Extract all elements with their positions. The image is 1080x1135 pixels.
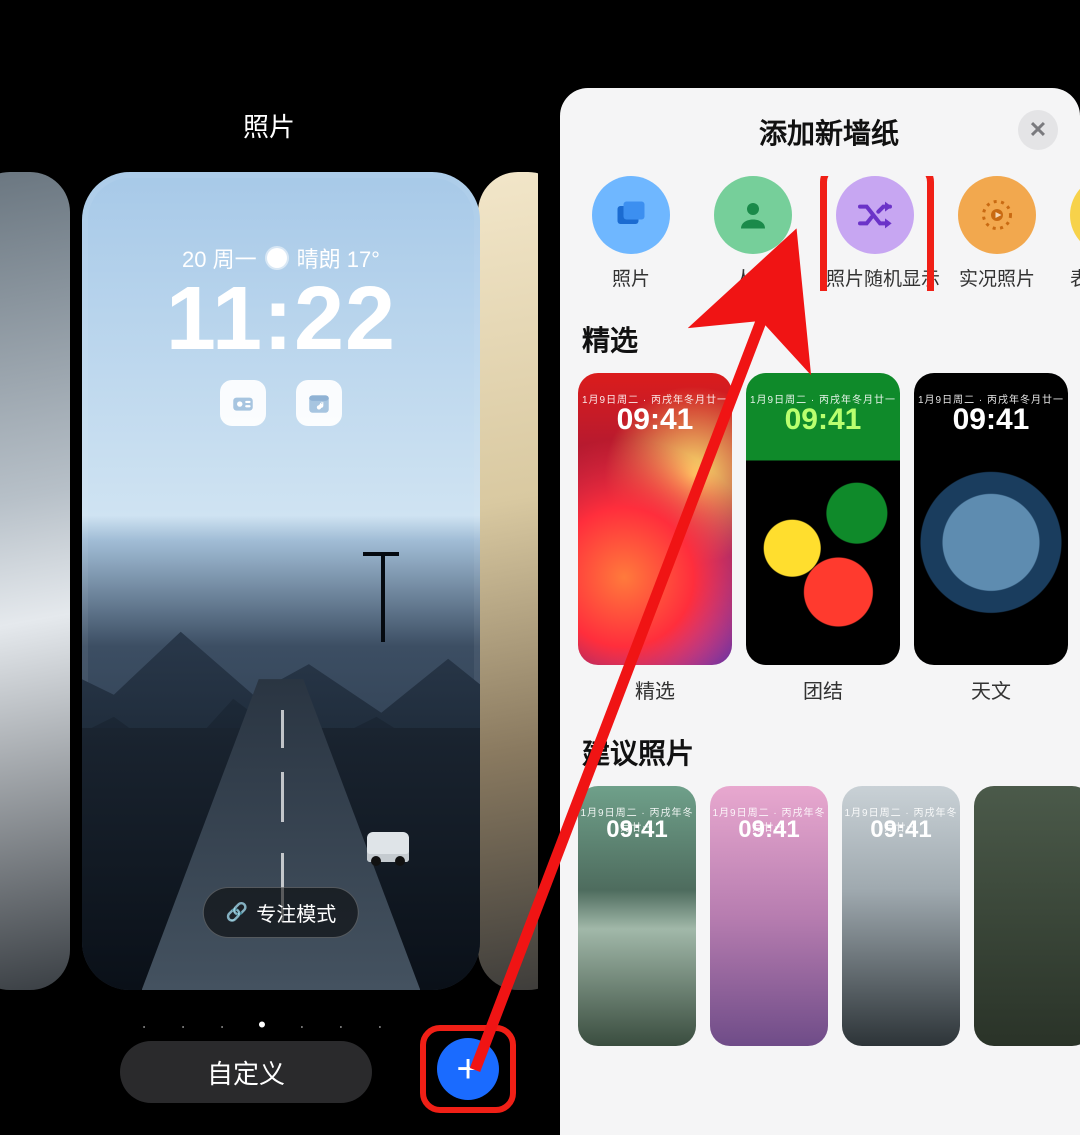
suggested-row[interactable]: 1月9日周二 · 丙戌年冬月廿一 09:41 1月9日周二 · 丙戌年冬月廿一 …	[578, 786, 1080, 1046]
thumb-time: 09:41	[710, 816, 828, 844]
widget-calendar	[296, 380, 342, 426]
scene-car	[367, 832, 409, 862]
lockscreen-time: 11:22	[82, 268, 480, 371]
add-wallpaper-button[interactable]: +	[437, 1038, 499, 1100]
category-label: 人物	[704, 264, 802, 291]
annotation-highlight-shuffle	[820, 176, 934, 291]
category-photo-shuffle[interactable]: 照片随机显示	[826, 176, 924, 291]
thumb-time: 09:41	[842, 816, 960, 844]
thumb-label: 团结	[746, 675, 900, 704]
add-wallpaper-sheet-screen: 添加新墙纸 ✕ 照片 人物	[538, 0, 1080, 1135]
thumb-time: 09:41	[746, 403, 900, 437]
plus-icon: +	[456, 1047, 479, 1092]
customize-button[interactable]: 自定义	[120, 1041, 372, 1103]
wallpaper-thumb-unity[interactable]: 1月9日周二 · 丙戌年冬月廿一 09:41	[746, 373, 900, 665]
wallpaper-card-prev[interactable]	[0, 172, 70, 990]
section-featured-header: 精选	[582, 319, 1080, 359]
wallpaper-thumb-astronomy[interactable]: 1月9日周二 · 丙戌年冬月廿一 09:41	[914, 373, 1068, 665]
wallpaper-card-current[interactable]: 20 周一 晴朗 17° 11:22	[82, 172, 480, 990]
category-row[interactable]: 照片 人物 照片随机显示	[578, 176, 1080, 291]
thumb-label: 精选	[578, 675, 732, 704]
thumb-time: 09:41	[578, 816, 696, 844]
annotation-highlight-add: +	[420, 1025, 516, 1113]
close-icon: ✕	[1029, 117, 1047, 143]
widget-radio	[220, 380, 266, 426]
radio-icon	[230, 390, 256, 416]
calendar-music-icon	[306, 390, 332, 416]
scene-streetlight	[381, 552, 385, 642]
category-label: 照片	[582, 264, 680, 291]
link-icon: 🔗	[226, 902, 248, 923]
wallpaper-thumb-suggested[interactable]: 1月9日周二 · 丙戌年冬月廿一 09:41	[710, 786, 828, 1046]
focus-mode-label: 专注模式	[256, 898, 336, 927]
photos-icon	[613, 197, 649, 233]
sun-icon	[267, 248, 287, 268]
featured-row[interactable]: 1月9日周二 · 丙戌年冬月廿一 09:41 精选 1月9日周二 · 丙戌年冬月…	[578, 373, 1080, 704]
category-photos[interactable]: 照片	[582, 176, 680, 291]
category-label: 表情符号	[1070, 264, 1080, 291]
wallpaper-thumb-featured[interactable]: 1月9日周二 · 丙戌年冬月廿一 09:41	[578, 373, 732, 665]
category-emoji[interactable]: 表情符号	[1070, 176, 1080, 291]
thumb-time: 09:41	[914, 403, 1068, 437]
gallery-title: 照片	[0, 107, 538, 144]
wallpaper-thumb-suggested[interactable]: 1月9日周二 · 丙戌年冬月廿一 09:41	[578, 786, 696, 1046]
live-photo-icon	[979, 197, 1015, 233]
thumb-date: 1月9日周二 · 丙戌年冬月廿一	[746, 391, 900, 406]
focus-mode-button[interactable]: 🔗 专注模式	[203, 887, 359, 938]
thumb-time: 09:41	[578, 403, 732, 437]
category-live-photo[interactable]: 实况照片	[948, 176, 1046, 291]
thumb-label: 天文	[914, 675, 1068, 704]
wallpaper-gallery-screen: 照片 20 周一 晴朗 17° 11:22	[0, 0, 538, 1135]
category-label: 实况照片	[948, 264, 1046, 291]
person-icon	[735, 197, 771, 233]
add-wallpaper-sheet: 添加新墙纸 ✕ 照片 人物	[560, 88, 1080, 1135]
close-button[interactable]: ✕	[1018, 110, 1058, 150]
sheet-title: 添加新墙纸	[578, 112, 1080, 152]
category-people[interactable]: 人物	[704, 176, 802, 291]
section-suggested-header: 建议照片	[582, 732, 1080, 772]
wallpaper-thumb-suggested[interactable]: 1月9日周二 · 丙戌年冬月廿一 09:41	[842, 786, 960, 1046]
wallpaper-thumb-suggested[interactable]	[974, 786, 1080, 1046]
